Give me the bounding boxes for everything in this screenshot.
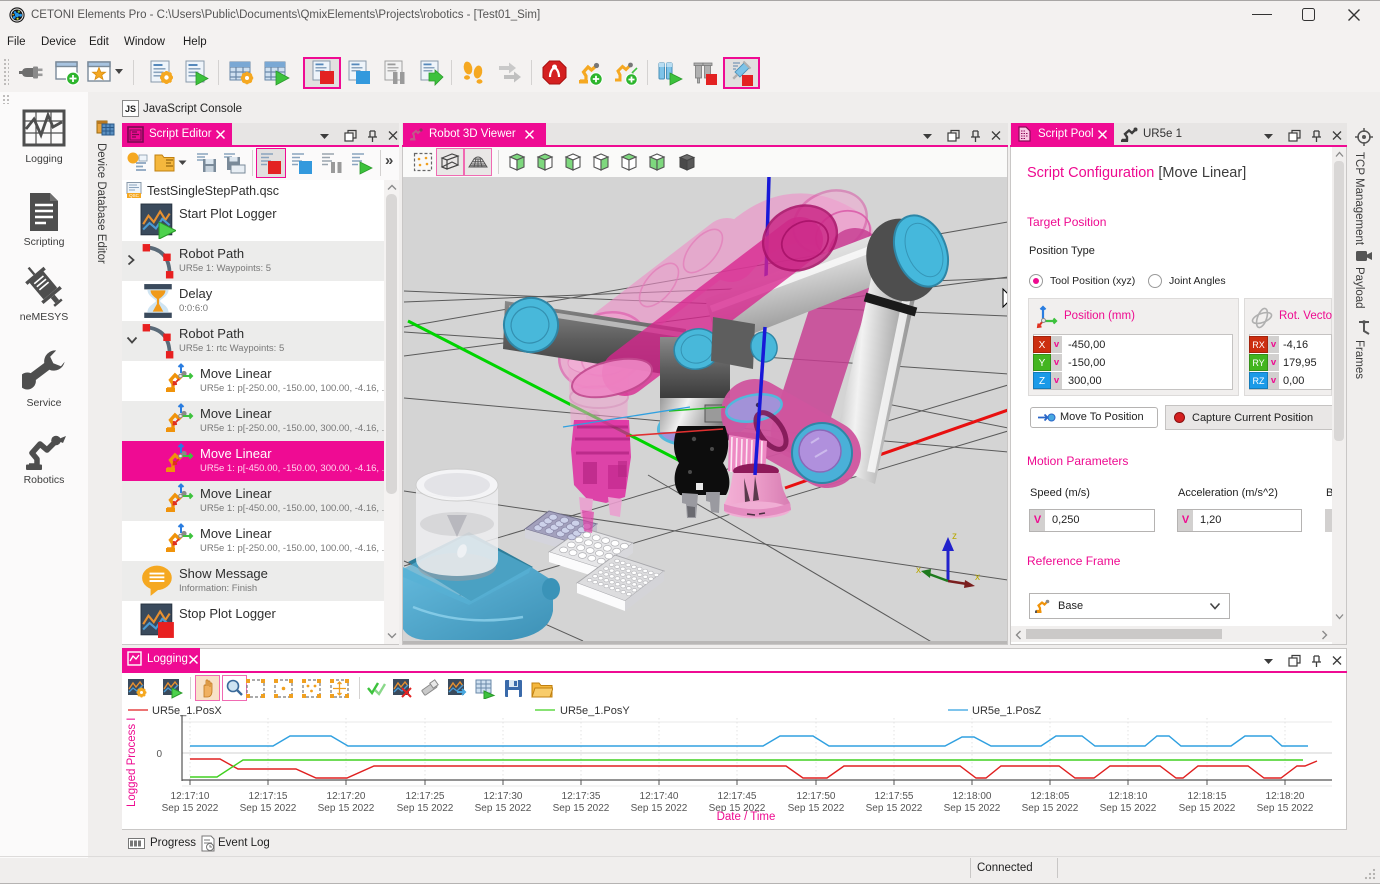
svg-text:z: z <box>952 531 957 542</box>
svg-text:12:18:00: 12:18:00 <box>953 791 992 802</box>
svg-text:QSC: QSC <box>129 193 140 198</box>
svg-text:Sep 15 2022: Sep 15 2022 <box>944 803 1001 814</box>
svg-text:Date / Time: Date / Time <box>717 811 776 823</box>
svg-text:Sep 15 2022: Sep 15 2022 <box>866 803 923 814</box>
svg-text:12:18:20: 12:18:20 <box>1266 791 1305 802</box>
svg-text:x: x <box>916 565 921 576</box>
svg-text:12:17:40: 12:17:40 <box>640 791 679 802</box>
svg-text:UR5e_1.PosY: UR5e_1.PosY <box>560 705 630 717</box>
svg-text:12:17:15: 12:17:15 <box>249 791 288 802</box>
svg-text:Sep 15 2022: Sep 15 2022 <box>1100 803 1157 814</box>
svg-text:Logged Process I: Logged Process I <box>126 717 138 807</box>
svg-text:Sep 15 2022: Sep 15 2022 <box>788 803 845 814</box>
svg-text:12:18:05: 12:18:05 <box>1031 791 1070 802</box>
svg-text:12:17:45: 12:17:45 <box>718 791 757 802</box>
svg-text:Sep 15 2022: Sep 15 2022 <box>1022 803 1079 814</box>
svg-text:Sep 15 2022: Sep 15 2022 <box>397 803 454 814</box>
svg-text:12:17:20: 12:17:20 <box>327 791 366 802</box>
svg-text:12:17:55: 12:17:55 <box>875 791 914 802</box>
svg-text:12:18:15: 12:18:15 <box>1188 791 1227 802</box>
svg-text:12:18:10: 12:18:10 <box>1109 791 1148 802</box>
svg-text:Sep 15 2022: Sep 15 2022 <box>475 803 532 814</box>
svg-text:Sep 15 2022: Sep 15 2022 <box>162 803 219 814</box>
svg-text:12:17:25: 12:17:25 <box>406 791 445 802</box>
svg-text:Sep 15 2022: Sep 15 2022 <box>553 803 610 814</box>
svg-text:Sep 15 2022: Sep 15 2022 <box>1179 803 1236 814</box>
svg-text:Sep 15 2022: Sep 15 2022 <box>1257 803 1314 814</box>
svg-text:JS: JS <box>125 104 136 114</box>
svg-text:Sep 15 2022: Sep 15 2022 <box>318 803 375 814</box>
svg-text:Sep 15 2022: Sep 15 2022 <box>631 803 688 814</box>
svg-text:0: 0 <box>156 749 162 760</box>
svg-text:UR5e_1.PosX: UR5e_1.PosX <box>152 705 222 717</box>
svg-text:UR5e_1.PosZ: UR5e_1.PosZ <box>972 705 1041 717</box>
svg-text:12:17:50: 12:17:50 <box>797 791 836 802</box>
svg-text:Sep 15 2022: Sep 15 2022 <box>240 803 297 814</box>
svg-text:12:17:10: 12:17:10 <box>171 791 210 802</box>
svg-text:12:17:30: 12:17:30 <box>484 791 523 802</box>
svg-text:x: x <box>975 572 980 583</box>
svg-text:12:17:35: 12:17:35 <box>562 791 601 802</box>
